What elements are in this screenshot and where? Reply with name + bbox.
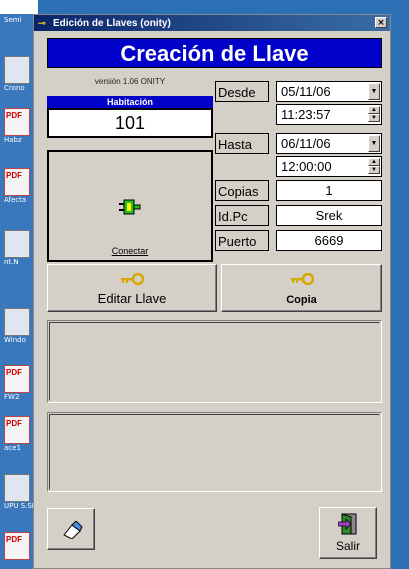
- spin-up-icon[interactable]: ▲: [368, 158, 380, 166]
- eraser-button[interactable]: [47, 508, 95, 550]
- plug-icon: [119, 199, 141, 215]
- desktop-icon-2[interactable]: Crono: [4, 56, 30, 92]
- desktop-top-strip: [0, 0, 38, 14]
- info-panel-top: [47, 320, 382, 403]
- pdf-file-icon: [4, 532, 30, 560]
- hasta-time-value: 12:00:00: [281, 159, 332, 174]
- exit-label: Salir: [335, 539, 360, 553]
- desktop-icon-8[interactable]: ace1: [4, 416, 30, 452]
- edit-key-label: Editar Llave: [97, 291, 167, 306]
- info-panel-bottom: [47, 412, 382, 492]
- exit-door-icon: [338, 513, 357, 535]
- copias-value: 1: [325, 183, 333, 198]
- puerto-label: Puerto: [215, 230, 269, 251]
- hasta-date-value: 06/11/06: [281, 136, 331, 151]
- key-icon: [290, 273, 314, 285]
- room-number-field[interactable]: 101: [47, 108, 213, 138]
- connect-button[interactable]: Conectar: [47, 150, 213, 262]
- desktop-icon-4[interactable]: Afecta: [4, 168, 30, 204]
- spin-down-icon[interactable]: ▼: [368, 166, 380, 174]
- idpc-value: Srek: [315, 208, 343, 223]
- desde-date-value: 05/11/06: [281, 84, 331, 99]
- desktop-icon-1[interactable]: Semi: [4, 16, 30, 24]
- copy-label: Copia: [286, 294, 317, 306]
- chevron-down-icon[interactable]: ▼: [368, 135, 380, 152]
- page-title: Creación de Llave: [47, 38, 382, 68]
- hasta-time-spinner[interactable]: 12:00:00 ▲ ▼: [276, 156, 382, 177]
- idpc-field[interactable]: Srek: [276, 205, 382, 226]
- room-label: Habitación: [47, 96, 213, 108]
- puerto-field[interactable]: 6669: [276, 230, 382, 251]
- puerto-value: 6669: [314, 233, 344, 248]
- window-titlebar[interactable]: ⊸ Edición de Llaves (onity) ×: [34, 15, 390, 31]
- chevron-down-icon[interactable]: ▼: [368, 83, 380, 100]
- hasta-date-combo[interactable]: 06/11/06 ▼: [276, 133, 382, 154]
- search-icon: [4, 308, 30, 336]
- pdf-file-icon: [4, 168, 30, 196]
- desde-date-combo[interactable]: 05/11/06 ▼: [276, 81, 382, 102]
- desktop-icon-6[interactable]: Windo: [4, 308, 30, 344]
- spin-down-icon[interactable]: ▼: [368, 114, 380, 122]
- pdf-file-icon: [4, 365, 30, 393]
- desktop-icon-10[interactable]: [4, 532, 30, 560]
- document-icon: [4, 474, 30, 502]
- spin-up-icon[interactable]: ▲: [368, 106, 380, 114]
- idpc-label: Id.Pc: [215, 205, 269, 226]
- document-icon: [4, 230, 30, 258]
- desktop-icon-9[interactable]: UPU S.SE: [4, 474, 36, 510]
- version-label: versión 1.06 ONITY: [94, 77, 166, 86]
- connect-label: Conectar: [111, 246, 149, 256]
- time-spinner-buttons[interactable]: ▲ ▼: [368, 158, 380, 175]
- pdf-file-icon: [4, 108, 30, 136]
- close-button[interactable]: ×: [375, 17, 387, 28]
- exit-button[interactable]: Salir: [319, 507, 377, 559]
- info-panel-bottom-inner: [49, 414, 380, 490]
- key-icon: ⊸: [38, 18, 46, 28]
- key-editor-window: ⊸ Edición de Llaves (onity) × Creación d…: [33, 14, 391, 569]
- copy-button[interactable]: Copia: [221, 264, 382, 312]
- info-panel-top-inner: [49, 322, 380, 401]
- eraser-icon: [63, 521, 83, 539]
- edit-key-button[interactable]: Editar Llave: [47, 264, 217, 312]
- desktop-icon-3[interactable]: Habz: [4, 108, 30, 144]
- clock-icon: [4, 56, 30, 84]
- copias-field[interactable]: 1: [276, 180, 382, 201]
- hasta-label: Hasta: [215, 133, 269, 154]
- key-icon: [121, 273, 144, 285]
- pdf-file-icon: [4, 416, 30, 444]
- desde-label: Desde: [215, 81, 269, 102]
- desktop-icon-7[interactable]: FW2: [4, 365, 30, 401]
- time-spinner-buttons[interactable]: ▲ ▼: [368, 106, 380, 123]
- window-title: Edición de Llaves (onity): [53, 17, 171, 29]
- desktop-icon-5[interactable]: nt.N: [4, 230, 30, 266]
- desde-time-spinner[interactable]: 11:23:57 ▲ ▼: [276, 104, 382, 125]
- desde-time-value: 11:23:57: [281, 107, 331, 122]
- copias-label: Copias: [215, 180, 269, 201]
